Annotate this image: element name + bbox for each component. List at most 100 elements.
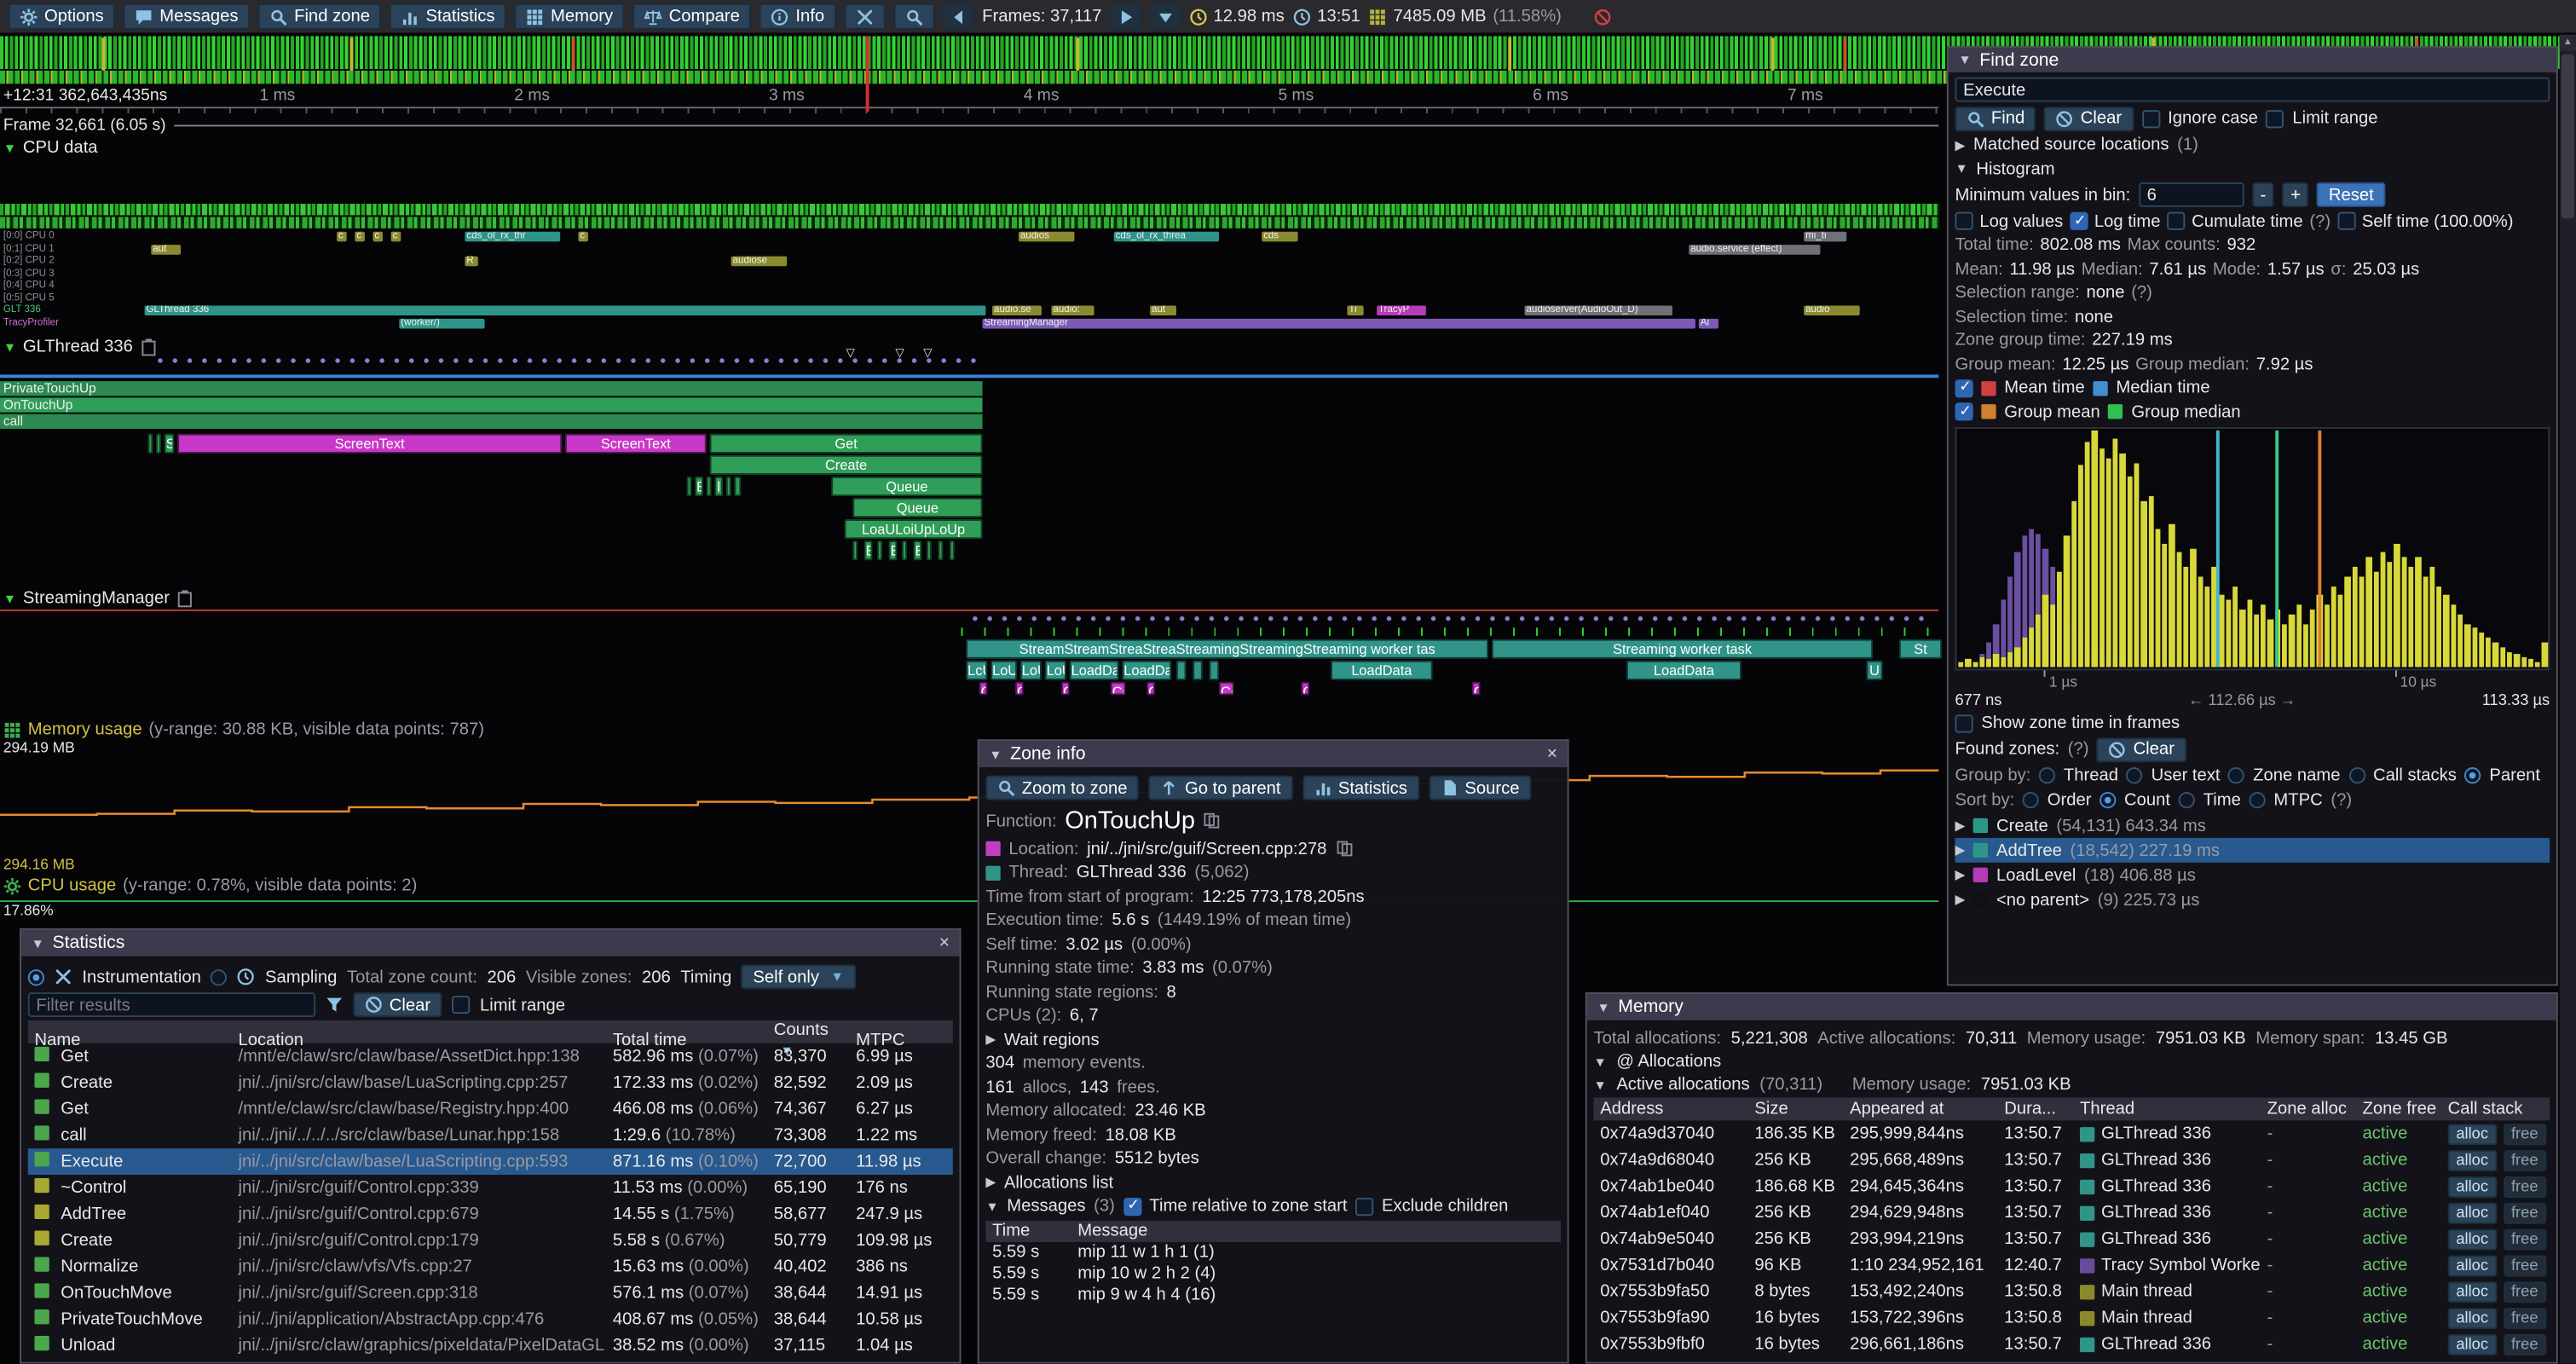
play-button[interactable]: [1110, 3, 1141, 30]
timeline-zone[interactable]: StreamingManager: [983, 318, 1695, 328]
timeline-zone[interactable]: [852, 540, 858, 560]
timeline-zone[interactable]: LoadDaU: [1122, 661, 1171, 680]
free-callstack-button[interactable]: free: [2503, 1123, 2546, 1144]
timeline-zone[interactable]: [927, 540, 932, 560]
matched-locations-label[interactable]: Matched source locations: [1973, 135, 2169, 154]
free-callstack-button[interactable]: free: [2503, 1202, 2546, 1223]
timeline-zone[interactable]: C: [1472, 682, 1481, 695]
legend-checkbox[interactable]: [1955, 379, 1972, 396]
timeline-zone[interactable]: audio.service (effect): [1689, 244, 1820, 254]
timeline-zone[interactable]: LoU: [1020, 661, 1042, 680]
timeline-zone[interactable]: E: [914, 540, 922, 560]
sort-by-radio-mtpc[interactable]: [2250, 791, 2266, 807]
group-by-radio-parent[interactable]: [2465, 767, 2481, 783]
log-values-checkbox[interactable]: [1955, 212, 1972, 230]
timeline-zone[interactable]: U: [1866, 661, 1882, 680]
go-to-parent-button[interactable]: Go to parent: [1149, 776, 1292, 800]
expand-icon[interactable]: ▶: [1955, 893, 1965, 907]
timeline-zone[interactable]: [902, 540, 907, 560]
toolbar-button-options[interactable]: Options: [9, 3, 116, 30]
timeline-zone[interactable]: c: [391, 232, 401, 242]
toolbar-button-compare[interactable]: Compare: [632, 3, 751, 30]
timeline-zone[interactable]: Queue: [831, 477, 982, 496]
timeline-zone[interactable]: LoUj: [991, 661, 1017, 680]
sort-by-radio-time[interactable]: [2179, 791, 2195, 807]
thread-band-ontouchup[interactable]: OnTouchUp: [0, 397, 983, 412]
alloc-callstack-button[interactable]: alloc: [2448, 1176, 2497, 1197]
timeline-zone[interactable]: C: [1146, 682, 1155, 695]
timeline-zone[interactable]: [147, 434, 153, 454]
show-zone-time-checkbox[interactable]: [1955, 714, 1972, 731]
timeline-zone[interactable]: [156, 434, 161, 454]
alloc-callstack-button[interactable]: alloc: [2448, 1280, 2497, 1302]
timeline-zone[interactable]: [938, 540, 943, 560]
timeline-zone[interactable]: Ai: [1699, 318, 1718, 328]
expand-icon[interactable]: ▶: [1955, 137, 1965, 152]
stats-row[interactable]: Createjni/../jni/src/guif/Control.cpp:17…: [28, 1228, 953, 1254]
timing-dropdown[interactable]: Self only▼: [742, 964, 855, 989]
memory-column-call-stack[interactable]: Call stack: [2441, 1099, 2550, 1118]
timeline-zone[interactable]: [735, 477, 742, 496]
timeline-zone[interactable]: E: [889, 540, 898, 560]
location-value[interactable]: jni/../jni/src/guif/Screen.cpp:278: [1087, 839, 1326, 858]
group-by-radio-thread[interactable]: [2039, 767, 2055, 783]
memory-usage-graph[interactable]: [0, 748, 1938, 856]
timeline-zone[interactable]: E: [864, 540, 873, 560]
exclude-children-checkbox[interactable]: [1355, 1197, 1373, 1215]
timeline-zone[interactable]: (worker/): [399, 318, 484, 328]
timeline-zone[interactable]: cds: [1262, 232, 1297, 242]
frame-strip-detail[interactable]: [0, 71, 1947, 84]
collapse-icon[interactable]: ▼: [1593, 1077, 1606, 1091]
memory-column-thread[interactable]: Thread: [2073, 1099, 2261, 1118]
stats-row[interactable]: PrivateTouchMovejni/../jni/application/A…: [28, 1306, 953, 1332]
stats-row[interactable]: calljni/../jni/../../../src/claw/base/Lu…: [28, 1122, 953, 1148]
stats-row[interactable]: ~Controljni/../jni/src/guif/Control.cpp:…: [28, 1175, 953, 1201]
streaming-message-dots[interactable]: [966, 615, 1932, 623]
cpu-usage-header[interactable]: CPU usage (y-range: 0.78%, visible data …: [3, 876, 417, 895]
group-by-radio-user-text[interactable]: [2127, 767, 2143, 783]
histogram-label[interactable]: Histogram: [1976, 159, 2054, 178]
funnel-icon[interactable]: [326, 996, 344, 1014]
scrollbar-thumb[interactable]: [2562, 55, 2574, 219]
memory-table-header[interactable]: AddressSizeAppeared atDura...ThreadZone …: [1593, 1097, 2550, 1120]
allocation-row[interactable]: 0x74a9d68040256 KB295,668,489ns13:50.7GL…: [1593, 1147, 2550, 1173]
timeline-zone[interactable]: audioserver(AudioOut_D): [1525, 305, 1672, 315]
alloc-callstack-button[interactable]: alloc: [2448, 1149, 2497, 1170]
group-by-radio-zone-name[interactable]: [2228, 767, 2244, 783]
memory-column-zone-alloc[interactable]: Zone alloc: [2261, 1099, 2356, 1118]
msg-column[interactable]: Message: [1071, 1221, 1561, 1240]
timeline-zone[interactable]: LoaULoiUpLoUp: [845, 519, 983, 539]
collapse-icon[interactable]: ▼: [3, 339, 16, 354]
timeline-zone[interactable]: GLThread 336: [145, 305, 986, 315]
timeline-zone[interactable]: LoadData: [1626, 661, 1741, 680]
found-zone-group[interactable]: ▶AddTree(18,542) 227.19 ms: [1955, 838, 2550, 863]
message-row[interactable]: 5.59 smip 9 w 4 h 4 (16): [985, 1284, 1561, 1305]
timeline-zone[interactable]: audio: [1804, 305, 1860, 315]
sort-by-radio-count[interactable]: [2099, 791, 2116, 807]
alloc-callstack-button[interactable]: alloc: [2448, 1307, 2497, 1328]
allocation-row[interactable]: 0x7531d7b04096 KB1:10 234,952,16112:40.7…: [1593, 1252, 2550, 1279]
memory-column-appeared-at[interactable]: Appeared at: [1843, 1099, 1997, 1118]
timeline-zone[interactable]: C: [1061, 682, 1070, 695]
alloc-callstack-button[interactable]: alloc: [2448, 1202, 2497, 1223]
stats-table-header[interactable]: NameLocationTotal timeCounts ▼MTPC: [28, 1020, 953, 1043]
stats-row[interactable]: Unloadjni/../jni/src/claw/graphics/pixel…: [28, 1332, 953, 1359]
collapse-icon[interactable]: ▼: [3, 141, 16, 155]
toolbar-button-info[interactable]: Info: [760, 3, 836, 30]
copy-icon[interactable]: [1204, 812, 1222, 829]
zone-info-titlebar[interactable]: ▼ Zone info ×: [979, 741, 1568, 767]
streaming-header[interactable]: ▼ StreamingManager: [3, 588, 194, 608]
found-clear-button[interactable]: Clear: [2097, 737, 2186, 761]
reset-button[interactable]: Reset: [2317, 182, 2385, 207]
timeline-zone[interactable]: StreamStreamStreaStreaStreamingStreaming…: [966, 639, 1488, 659]
close-icon[interactable]: ×: [939, 933, 950, 953]
message-row[interactable]: 5.59 smip 10 w 2 h 2 (4): [985, 1263, 1561, 1284]
timeline-zone[interactable]: c: [337, 232, 347, 242]
expand-icon[interactable]: ▶: [1955, 843, 1965, 858]
alloc-callstack-button[interactable]: alloc: [2448, 1228, 2497, 1250]
timeline-zone[interactable]: Ci: [1219, 682, 1233, 695]
collapse-icon[interactable]: ▼: [1955, 161, 1967, 176]
stats-row[interactable]: AddTreejni/../jni/src/guif/Control.cpp:6…: [28, 1201, 953, 1228]
statistics-titlebar[interactable]: ▼ Statistics ×: [21, 930, 959, 957]
timeline-zone[interactable]: cds_ol_rx_thr: [465, 232, 560, 242]
